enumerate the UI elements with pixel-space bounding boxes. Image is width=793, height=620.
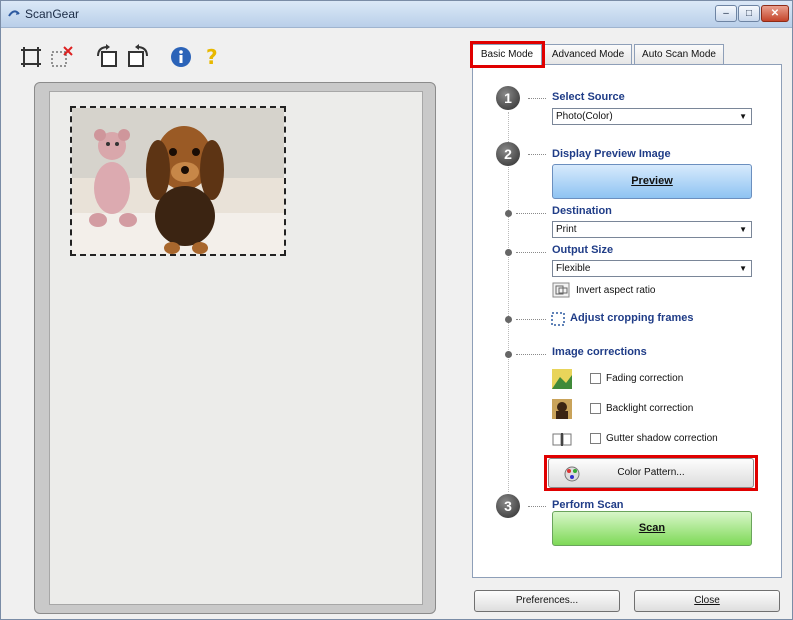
step-1-badge: 1 [496, 86, 520, 110]
auto-crop-icon[interactable] [18, 44, 46, 70]
step-3-badge: 3 [496, 494, 520, 518]
image-corrections-heading: Image corrections [552, 346, 647, 358]
destination-heading: Destination [552, 205, 612, 217]
adjust-cropping-bullet [505, 316, 512, 323]
image-corrections-dots [516, 354, 546, 355]
scanner-glass[interactable] [49, 91, 423, 605]
fading-correction-icon [552, 369, 572, 389]
destination-dropdown[interactable]: Print ▼ [552, 221, 752, 238]
close-icon: ✕ [770, 8, 780, 19]
tab-auto-scan-mode[interactable]: Auto Scan Mode [634, 44, 724, 64]
destination-dots [516, 213, 546, 214]
step-2-badge: 2 [496, 142, 520, 166]
adjust-cropping-frames-label[interactable]: Adjust cropping frames [570, 312, 693, 324]
select-source-heading: Select Source [552, 91, 625, 103]
output-size-heading: Output Size [552, 244, 614, 256]
svg-text:?: ? [206, 45, 218, 69]
color-pattern-button[interactable]: Color Pattern... [548, 458, 754, 488]
crop-frame-icon[interactable] [550, 311, 566, 327]
backlight-correction-label: Backlight correction [606, 403, 694, 414]
close-button[interactable]: Close [634, 590, 780, 612]
step-3-dots [528, 506, 546, 507]
minimize-icon: – [723, 8, 729, 19]
cropping-frame[interactable] [70, 106, 286, 256]
select-source-value: Photo(Color) [556, 111, 613, 122]
invert-aspect-ratio-label: Invert aspect ratio [576, 285, 656, 296]
invert-aspect-ratio-icon[interactable] [552, 282, 570, 298]
scangear-app-icon [8, 10, 20, 17]
gutter-shadow-correction-label: Gutter shadow correction [606, 433, 718, 444]
preferences-button[interactable]: Preferences... [474, 590, 620, 612]
preview-area [34, 82, 436, 614]
fading-correction-label: Fading correction [606, 373, 684, 384]
rotate-right-icon[interactable] [124, 44, 152, 70]
step-connector [508, 112, 509, 492]
close-window-button[interactable]: ✕ [761, 5, 789, 22]
output-size-value: Flexible [556, 263, 591, 274]
fading-correction-row: Fading correction [552, 369, 752, 391]
output-size-dots [516, 252, 546, 253]
backlight-correction-row: Backlight correction [552, 399, 752, 421]
rotate-left-icon[interactable] [94, 44, 122, 70]
adjust-cropping-dots [516, 319, 546, 320]
preview-button-label: Preview [631, 175, 673, 187]
perform-scan-heading: Perform Scan [552, 499, 624, 511]
scan-button-label: Scan [638, 522, 666, 534]
output-size-bullet [505, 249, 512, 256]
chevron-down-icon: ▼ [739, 264, 747, 273]
fading-correction-checkbox[interactable] [590, 373, 601, 384]
scan-button[interactable]: Scan [552, 511, 752, 546]
color-pattern-label: Color Pattern... [617, 467, 685, 478]
tab-basic-mode[interactable]: Basic Mode [472, 44, 542, 66]
remove-crop-icon[interactable] [48, 44, 76, 70]
tab-advanced-mode[interactable]: Advanced Mode [544, 44, 632, 64]
gutter-shadow-correction-icon [552, 433, 572, 446]
help-icon[interactable]: ? [198, 44, 226, 70]
minimize-button[interactable]: – [715, 5, 737, 22]
display-preview-heading: Display Preview Image [552, 148, 671, 160]
select-source-dropdown[interactable]: Photo(Color) ▼ [552, 108, 752, 125]
maximize-button[interactable]: □ [738, 5, 760, 22]
chevron-down-icon: ▼ [739, 112, 747, 121]
info-icon[interactable] [168, 44, 196, 70]
image-corrections-bullet [505, 351, 512, 358]
gutter-shadow-correction-row: Gutter shadow correction [552, 429, 752, 451]
title-bar: ScanGear – □ ✕ [1, 1, 792, 28]
gutter-shadow-correction-checkbox[interactable] [590, 433, 601, 444]
step-1-dots [528, 98, 546, 99]
output-size-dropdown[interactable]: Flexible ▼ [552, 260, 752, 277]
backlight-correction-icon [552, 399, 572, 419]
destination-value: Print [556, 224, 577, 235]
preview-button[interactable]: Preview [552, 164, 752, 199]
destination-bullet [505, 210, 512, 217]
chevron-down-icon: ▼ [739, 225, 747, 234]
backlight-correction-checkbox[interactable] [590, 403, 601, 414]
window-title: ScanGear [25, 7, 80, 21]
maximize-icon: □ [745, 8, 753, 19]
preview-photo [72, 108, 284, 254]
step-2-dots [528, 154, 546, 155]
